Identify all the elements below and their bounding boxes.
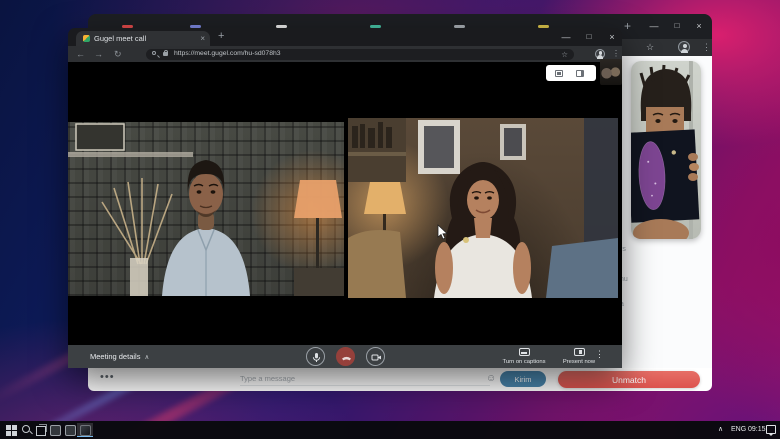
camera-button[interactable] bbox=[366, 347, 385, 366]
new-tab-button[interactable]: + bbox=[218, 30, 224, 42]
taskbar-active-app-icon[interactable] bbox=[77, 423, 93, 437]
present-label: Present now bbox=[562, 359, 596, 366]
meeting-details-label: Meeting details bbox=[90, 352, 141, 361]
chat-message-fragment: nu bbox=[620, 276, 628, 283]
taskbar-app-icon[interactable] bbox=[63, 423, 77, 437]
task-view-icon[interactable] bbox=[34, 423, 48, 437]
present-icon bbox=[573, 348, 585, 356]
participant-holding-record bbox=[631, 61, 700, 239]
message-input[interactable]: Type a message bbox=[240, 372, 490, 386]
url-text: https://meet.gugel.com/hu-sd078h3 bbox=[174, 50, 281, 57]
hang-up-icon bbox=[341, 356, 351, 360]
send-button[interactable]: Kirim bbox=[500, 371, 546, 387]
profile-avatar[interactable] bbox=[678, 41, 690, 53]
minimize-button[interactable]: — bbox=[555, 28, 577, 46]
browser-tab[interactable]: Gugel meet call × bbox=[76, 31, 210, 46]
address-bar[interactable]: https://meet.gugel.com/hu-sd078h3 ☆ bbox=[146, 48, 574, 60]
chat-input-bar: ••• Type a message ☺ Kirim Unmatch bbox=[88, 368, 712, 391]
browser-menu-icon[interactable]: ⋮ bbox=[702, 40, 711, 55]
tab-close-icon[interactable]: × bbox=[200, 34, 205, 43]
taskbar: ∧ ENG 09:15 bbox=[0, 421, 780, 439]
meet-browser-window: Gugel meet call × + — □ × ← → ↻ https://… bbox=[68, 28, 622, 368]
desktop: + — □ × ☆ ⋮ rs nu ••• Type a message ☺ K… bbox=[0, 0, 780, 439]
video-tile-left[interactable] bbox=[68, 122, 344, 296]
self-view-thumbnail[interactable] bbox=[600, 59, 622, 85]
meet-control-bar: Meeting details ∧ Turn on captions Presen… bbox=[68, 345, 622, 368]
mouse-cursor bbox=[437, 224, 448, 240]
back-icon[interactable]: ← bbox=[76, 47, 85, 61]
man bbox=[162, 160, 250, 296]
start-button[interactable] bbox=[4, 423, 18, 437]
tab-favicon bbox=[83, 35, 90, 42]
typing-indicator: ••• bbox=[100, 371, 115, 383]
close-button[interactable]: × bbox=[601, 28, 622, 46]
maximize-button[interactable]: □ bbox=[578, 28, 600, 46]
bookmark-star-icon[interactable]: ☆ bbox=[561, 50, 568, 59]
chat-side-panel: rs nu a bbox=[620, 56, 712, 368]
emoji-icon[interactable]: ☺ bbox=[486, 372, 496, 386]
video-participant-thumbnail[interactable] bbox=[631, 61, 701, 239]
mic-button[interactable] bbox=[306, 347, 325, 366]
chat-message-fragment: rs bbox=[620, 246, 626, 253]
camera-icon bbox=[371, 354, 381, 360]
meet-video-area bbox=[68, 59, 622, 345]
reload-icon[interactable]: ↻ bbox=[114, 47, 122, 61]
video-tile-right[interactable] bbox=[348, 118, 618, 298]
hang-up-button[interactable] bbox=[336, 347, 355, 366]
sidebar-view-icon[interactable] bbox=[576, 69, 584, 77]
profile-avatar[interactable] bbox=[595, 49, 605, 59]
bookmark-star-icon[interactable]: ☆ bbox=[646, 40, 654, 55]
new-tab-button[interactable]: + bbox=[624, 18, 631, 34]
participant-man-scene bbox=[68, 123, 344, 296]
participant-woman-scene bbox=[348, 118, 618, 298]
tray-chevron-icon[interactable]: ∧ bbox=[718, 421, 723, 439]
notification-center-icon[interactable] bbox=[766, 425, 776, 436]
grid-view-icon[interactable] bbox=[555, 69, 563, 77]
tab-title: Gugel meet call bbox=[94, 34, 147, 43]
meeting-details-button[interactable]: Meeting details ∧ bbox=[90, 352, 149, 361]
lock-icon bbox=[163, 49, 168, 56]
mic-icon bbox=[312, 352, 320, 362]
maximize-button[interactable]: □ bbox=[666, 16, 688, 36]
layout-options-popup[interactable] bbox=[546, 65, 596, 81]
close-button[interactable]: × bbox=[688, 16, 710, 36]
forward-icon[interactable]: → bbox=[94, 47, 103, 61]
unmatch-button[interactable]: Unmatch bbox=[558, 371, 700, 388]
captions-label: Turn on captions bbox=[502, 359, 546, 366]
taskbar-search-icon[interactable] bbox=[20, 423, 34, 437]
minimize-button[interactable]: — bbox=[643, 16, 665, 36]
clock[interactable]: 09:15 bbox=[748, 421, 766, 439]
language-indicator[interactable]: ENG bbox=[731, 421, 746, 439]
taskbar-app-icon[interactable] bbox=[48, 423, 62, 437]
search-icon bbox=[152, 51, 156, 55]
background-window-toolbar: ☆ ⋮ bbox=[620, 39, 712, 56]
tab-strip: Gugel meet call × + — □ × bbox=[68, 28, 622, 46]
chevron-up-icon: ∧ bbox=[144, 354, 150, 361]
browser-toolbar: ← → ↻ https://meet.gugel.com/hu-sd078h3 … bbox=[68, 46, 622, 62]
captions-icon bbox=[518, 348, 530, 356]
more-options-icon[interactable]: ⋮ bbox=[595, 349, 604, 360]
chat-message-fragment: a bbox=[620, 301, 640, 308]
turn-on-captions-button[interactable]: Turn on captions bbox=[496, 348, 552, 366]
